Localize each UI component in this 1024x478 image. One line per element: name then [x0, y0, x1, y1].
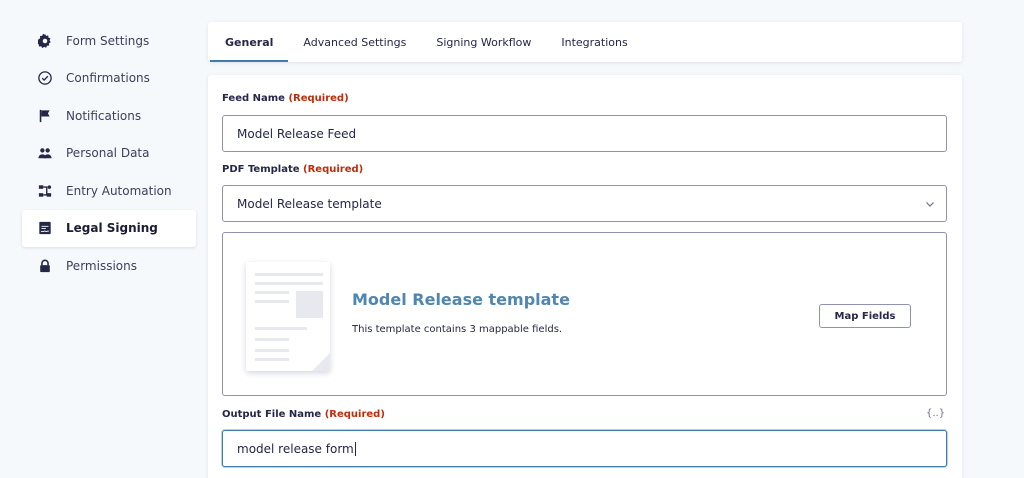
required-indicator: (Required) — [303, 164, 364, 175]
sidebar-item-label: Entry Automation — [66, 183, 172, 198]
gear-icon — [38, 33, 52, 48]
workflow-icon — [38, 184, 52, 198]
pdf-template-select[interactable]: Model Release template — [222, 185, 947, 222]
pdf-template-value: Model Release template — [237, 196, 382, 211]
output-file-name-value: model release form — [237, 441, 354, 456]
check-circle-icon — [38, 71, 52, 86]
sidebar-item-confirmations[interactable]: Confirmations — [22, 60, 196, 98]
sidebar-item-label: Confirmations — [66, 71, 150, 86]
template-title: Model Release template — [352, 290, 570, 309]
sidebar-item-personal-data[interactable]: Personal Data — [22, 135, 196, 173]
required-indicator: (Required) — [288, 93, 349, 104]
document-icon — [255, 273, 330, 371]
pdf-template-label: PDF Template (Required) — [222, 164, 363, 175]
output-file-name-input[interactable]: model release form — [222, 430, 947, 467]
template-description: This template contains 3 mappable fields… — [352, 324, 563, 335]
sidebar-item-label: Legal Signing — [66, 221, 158, 236]
sidebar-item-label: Personal Data — [66, 146, 150, 161]
tab-signing-workflow[interactable]: Signing Workflow — [421, 22, 546, 62]
users-icon — [38, 146, 52, 160]
sidebar-item-label: Notifications — [66, 108, 142, 123]
output-file-name-label-text: Output File Name — [222, 409, 322, 420]
map-fields-button[interactable]: Map Fields — [819, 304, 911, 328]
template-thumbnail — [246, 262, 330, 371]
sidebar-item-entry-automation[interactable]: Entry Automation — [22, 172, 196, 210]
tab-general[interactable]: General — [210, 22, 289, 62]
pdf-template-label-text: PDF Template — [222, 164, 300, 175]
settings-tabs: General Advanced Settings Signing Workfl… — [208, 22, 962, 62]
sidebar-item-legal-signing[interactable]: Legal Signing — [22, 209, 196, 247]
tab-advanced-settings[interactable]: Advanced Settings — [288, 22, 421, 62]
signature-document-icon — [38, 221, 52, 235]
merge-tag-button[interactable]: {..} — [926, 408, 945, 419]
feed-name-label-text: Feed Name — [222, 93, 285, 104]
feed-name-label: Feed Name (Required) — [222, 93, 349, 104]
output-file-name-label: Output File Name (Required) — [222, 409, 385, 420]
required-indicator: (Required) — [324, 409, 385, 420]
template-preview: Model Release template This template con… — [222, 232, 947, 396]
sidebar-item-label: Permissions — [66, 258, 137, 273]
lock-icon — [38, 259, 52, 273]
text-cursor — [354, 441, 356, 456]
tab-integrations[interactable]: Integrations — [546, 22, 642, 62]
settings-sidebar: Form Settings Confirmations Notification… — [22, 22, 196, 285]
sidebar-item-permissions[interactable]: Permissions — [22, 247, 196, 285]
general-settings-card: Feed Name (Required) Model Release Feed … — [208, 75, 962, 478]
feed-name-input[interactable]: Model Release Feed — [222, 115, 947, 152]
sidebar-item-notifications[interactable]: Notifications — [22, 97, 196, 135]
flag-icon — [38, 109, 52, 123]
sidebar-item-label: Form Settings — [66, 33, 150, 48]
sidebar-item-form-settings[interactable]: Form Settings — [22, 22, 196, 60]
chevron-down-icon — [926, 202, 934, 207]
feed-name-value: Model Release Feed — [237, 126, 357, 141]
